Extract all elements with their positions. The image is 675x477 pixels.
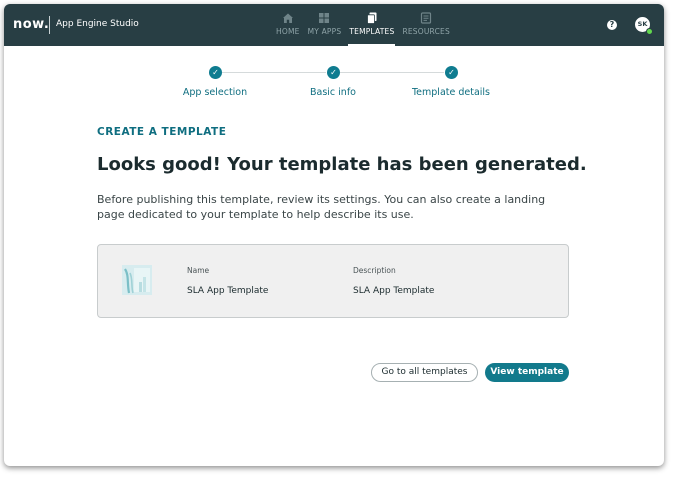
nav-my-apps[interactable]: MY APPS [307, 9, 343, 46]
top-navigation-bar: now. App Engine Studio HOME MY APPS TEMP… [4, 4, 664, 46]
grid-icon [319, 13, 330, 23]
templates-icon [366, 12, 377, 24]
nav-resources[interactable]: RESOURCES [401, 9, 450, 46]
progress-stepper: ✓ ✓ ✓ App selection Basic info Template … [4, 66, 664, 106]
step-connector [340, 72, 444, 73]
step-basic-info[interactable]: Basic info [310, 87, 356, 98]
template-thumbnail [122, 265, 152, 295]
step-app-selection[interactable]: App selection [183, 87, 247, 98]
view-template-button[interactable]: View template [485, 363, 569, 382]
nav-my-apps-label: MY APPS [307, 27, 342, 36]
section-eyebrow: CREATE A TEMPLATE [97, 126, 227, 138]
go-to-all-templates-button[interactable]: Go to all templates [371, 363, 478, 382]
step-connector [222, 72, 326, 73]
step-template-details[interactable]: Template details [412, 87, 490, 98]
help-icon[interactable]: ? [607, 20, 617, 30]
logo-divider [49, 16, 50, 34]
nav-home[interactable]: HOME [275, 9, 301, 46]
home-icon [282, 13, 293, 23]
app-window: now. App Engine Studio HOME MY APPS TEMP… [4, 4, 664, 466]
description-label: Description [353, 266, 396, 275]
step-complete-check-icon: ✓ [327, 66, 340, 79]
description-value: SLA App Template [353, 286, 435, 296]
name-value: SLA App Template [187, 286, 269, 296]
nav-home-label: HOME [276, 27, 300, 36]
page-description: Before publishing this template, review … [97, 193, 546, 221]
name-label: Name [187, 266, 210, 275]
presence-status-dot [646, 28, 653, 35]
nav-templates[interactable]: TEMPLATES [348, 9, 396, 46]
nav-templates-label: TEMPLATES [349, 27, 395, 36]
main-nav: HOME MY APPS TEMPLATES RESOURCES [272, 9, 454, 46]
app-name: App Engine Studio [56, 19, 139, 29]
page-title: Looks good! Your template has been gener… [97, 154, 587, 175]
servicenow-logo[interactable]: now. [13, 17, 49, 32]
resources-icon [421, 12, 432, 24]
step-complete-check-icon: ✓ [445, 66, 458, 79]
step-complete-check-icon: ✓ [209, 66, 222, 79]
nav-resources-label: RESOURCES [402, 27, 450, 36]
template-summary-card: Name SLA App Template Description SLA Ap… [97, 244, 569, 318]
